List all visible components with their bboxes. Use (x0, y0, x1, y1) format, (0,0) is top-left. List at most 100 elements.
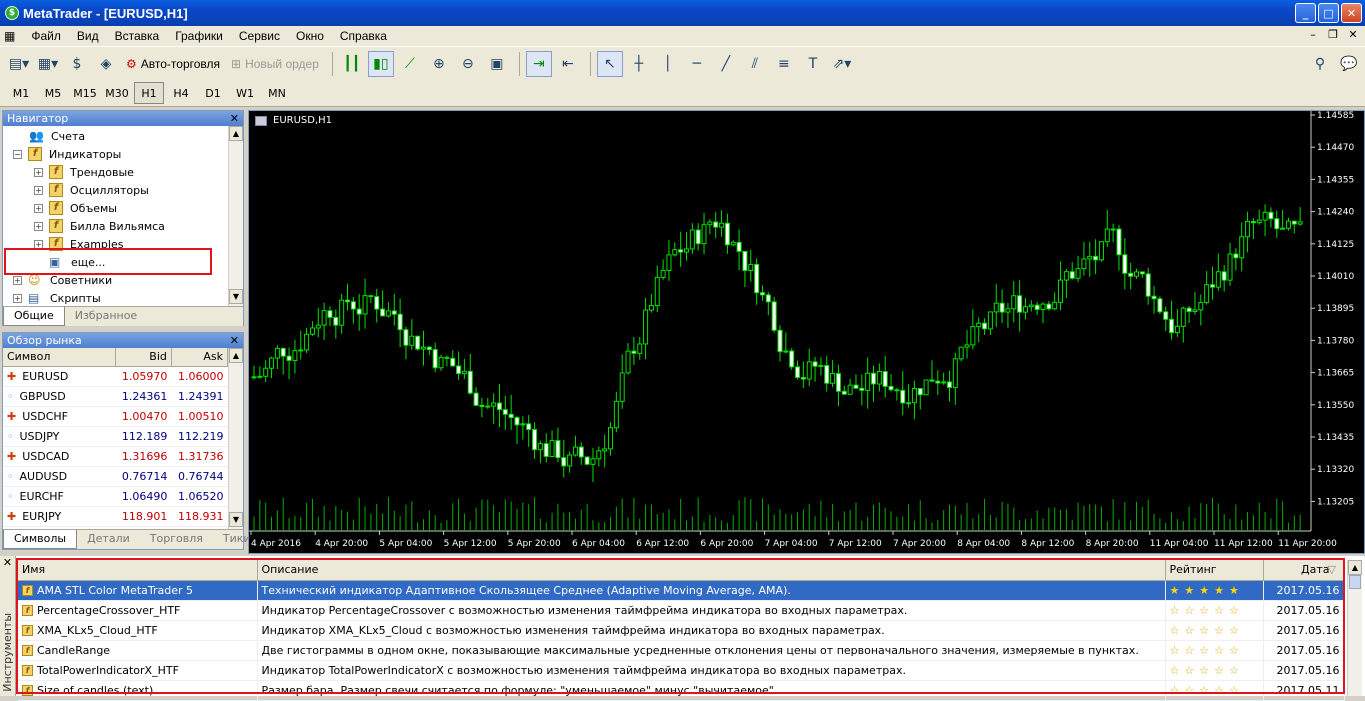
toolbox-close-icon[interactable]: ✕ (0, 556, 15, 569)
fibonacci-icon[interactable]: ≡ (771, 51, 797, 77)
child-close-icon[interactable]: ✕ (1345, 28, 1361, 41)
timeframe-m5[interactable]: M5 (38, 82, 68, 104)
navigator-close-icon[interactable]: ✕ (230, 111, 239, 126)
nav-trend[interactable]: + f Трендовые (3, 163, 243, 181)
menu-tools[interactable]: Сервис (231, 29, 288, 43)
arrows-icon[interactable]: ⇗▾ (829, 51, 855, 77)
child-restore-icon[interactable]: ❐ (1325, 28, 1341, 41)
nav-bill-williams[interactable]: + f Билла Вильямса (3, 217, 243, 235)
market-row[interactable]: ◦ GBPUSD 1.24361 1.24391 (3, 386, 228, 407)
nav-oscillators[interactable]: + f Осцилляторы (3, 181, 243, 199)
new-order-button[interactable]: ⊞ Новый ордер (227, 51, 323, 77)
search-icon[interactable]: ⚲ (1307, 51, 1333, 77)
chat-icon[interactable]: 💬 (1336, 51, 1362, 77)
timeframe-h4[interactable]: H4 (166, 82, 196, 104)
market-watch-icon[interactable]: $ (64, 51, 90, 77)
expand-icon[interactable]: + (34, 203, 43, 213)
bar-chart-icon[interactable]: ┃┃ (339, 51, 365, 77)
child-minimize-icon[interactable]: – (1305, 28, 1321, 41)
price-chart[interactable]: 1.14585 1.14470 1.14355 1.14240 1.14125 1.140… (249, 111, 1364, 553)
col-bid[interactable]: Bid (115, 348, 172, 367)
ask-price: 1.31736 (171, 446, 228, 467)
scroll-up-icon[interactable]: ▲ (1348, 560, 1362, 575)
nav-volumes[interactable]: + f Объемы (3, 199, 243, 217)
market-row[interactable]: ✚ EURJPY 118.901 118.931 (3, 506, 228, 527)
candle-body (368, 295, 374, 298)
timeframe-d1[interactable]: D1 (198, 82, 228, 104)
line-chart-icon[interactable]: ⟋ (397, 51, 423, 77)
maximize-button[interactable]: □ (1318, 3, 1339, 23)
col-ask[interactable]: Ask (171, 348, 229, 367)
toolbox-scrollbar[interactable]: ▲ (1347, 560, 1362, 696)
menu-help[interactable]: Справка (332, 29, 395, 43)
candle-body (911, 388, 917, 404)
nav-scripts[interactable]: + ▤ Скрипты (3, 289, 243, 307)
vertical-line-icon[interactable]: │ (655, 51, 681, 77)
scroll-up-icon[interactable]: ▲ (229, 126, 243, 141)
close-button[interactable]: ✕ (1341, 3, 1362, 23)
nav-indicators[interactable]: − f Индикаторы (3, 145, 243, 163)
profiles-icon[interactable]: ▦▾ (35, 51, 61, 77)
tab-trading[interactable]: Торговля (140, 530, 213, 549)
scroll-up-icon[interactable]: ▲ (229, 348, 243, 363)
market-row[interactable]: ◦ USDJPY 112.189 112.219 (3, 426, 228, 447)
candle-body (257, 375, 263, 378)
scroll-down-icon[interactable]: ▼ (229, 289, 243, 304)
crosshair-icon[interactable]: ┼ (626, 51, 652, 77)
timeframe-m30[interactable]: M30 (102, 82, 132, 104)
col-symbol[interactable]: Символ (3, 348, 116, 367)
navigator-icon[interactable]: ◈ (93, 51, 119, 77)
minimize-button[interactable]: _ (1295, 3, 1316, 23)
trendline-icon[interactable]: ╱ (713, 51, 739, 77)
expand-icon[interactable]: + (13, 293, 22, 303)
cursor-icon[interactable]: ↖ (596, 50, 623, 77)
tab-symbols[interactable]: Символы (3, 530, 78, 549)
scroll-down-icon[interactable]: ▼ (229, 512, 243, 527)
timeframe-m15[interactable]: M15 (70, 82, 100, 104)
market-row[interactable]: ✚ USDCHF 1.00470 1.00510 (3, 406, 228, 427)
tile-windows-icon[interactable]: ▣ (484, 51, 510, 77)
timeframe-mn[interactable]: MN (262, 82, 292, 104)
timeframe-w1[interactable]: W1 (230, 82, 260, 104)
doc-icon[interactable]: ▦ (0, 29, 23, 43)
market-watch-close-icon[interactable]: ✕ (230, 333, 239, 348)
expand-icon[interactable]: + (13, 275, 22, 285)
text-icon[interactable]: T (800, 51, 826, 77)
timeframe-h1[interactable]: H1 (134, 82, 164, 104)
autoscroll-icon[interactable]: ⇥ (525, 50, 552, 77)
horizontal-line-icon[interactable]: ─ (684, 51, 710, 77)
navigator-scrollbar[interactable]: ▲ ▼ (228, 126, 243, 306)
expand-icon[interactable]: + (34, 167, 43, 177)
menu-insert[interactable]: Вставка (107, 29, 168, 43)
market-scrollbar[interactable]: ▲ ▼ (228, 348, 243, 529)
nav-accounts[interactable]: 👥 Счета (3, 127, 243, 145)
candlestick-icon[interactable]: ▮▯ (367, 50, 394, 77)
expand-icon[interactable]: + (34, 185, 43, 195)
equidistant-channel-icon[interactable]: ⫽ (742, 51, 768, 77)
candle-body (520, 423, 526, 426)
tab-details[interactable]: Детали (77, 530, 140, 549)
collapse-icon[interactable]: − (13, 149, 22, 159)
menu-view[interactable]: Вид (69, 29, 107, 43)
menu-window[interactable]: Окно (288, 29, 332, 43)
expand-icon[interactable]: + (34, 221, 43, 231)
market-row[interactable]: ✚ EURUSD 1.05970 1.06000 (3, 366, 228, 387)
timeframe-m1[interactable]: M1 (6, 82, 36, 104)
zoom-out-icon[interactable]: ⊖ (455, 51, 481, 77)
menu-charts[interactable]: Графики (167, 29, 231, 43)
menu-file[interactable]: Файл (23, 29, 69, 43)
scroll-thumb[interactable] (1349, 575, 1361, 589)
tab-common[interactable]: Общие (3, 307, 65, 326)
zoom-in-icon[interactable]: ⊕ (426, 51, 452, 77)
market-row[interactable]: ✚ USDCAD 1.31696 1.31736 (3, 446, 228, 467)
chart-shift-icon[interactable]: ⇤ (555, 51, 581, 77)
autotrade-button[interactable]: ⚙ Авто-торговля (122, 51, 224, 77)
candle-body (619, 372, 625, 402)
market-watch-table: Символ Bid Ask ✚ EURUSD 1.05970 1.06000 ◦ GBP… (3, 348, 229, 527)
market-row[interactable]: ◦ AUDUSD 0.76714 0.76744 (3, 466, 228, 487)
tab-favorites[interactable]: Избранное (65, 307, 147, 326)
time-label: 7 Apr 04:00 (765, 539, 818, 549)
new-chart-icon[interactable]: ▤▾ (6, 51, 32, 77)
market-row[interactable]: ◦ EURCHF 1.06490 1.06520 (3, 486, 228, 507)
chart-window[interactable]: EURUSD,H1 1.14585 1.14470 1.14355 1.14240 1.… (248, 110, 1365, 554)
